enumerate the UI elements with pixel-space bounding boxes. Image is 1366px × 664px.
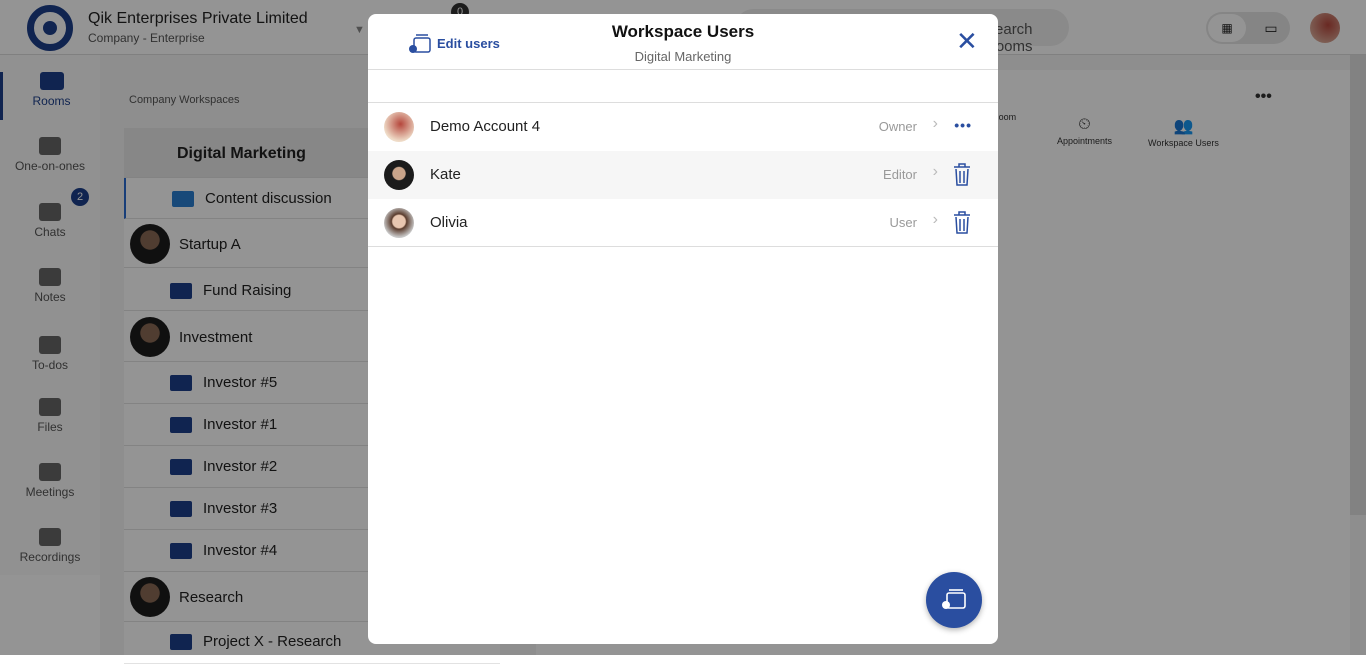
modal-title: Workspace Users [611, 22, 755, 41]
close-icon[interactable]: ✕ [956, 28, 978, 54]
chevron-right-icon[interactable]: › [933, 163, 938, 181]
user-row[interactable]: Demo Account 4 Owner › ••• [368, 103, 998, 151]
avatar [384, 208, 414, 238]
edit-users-fab[interactable] [926, 572, 982, 628]
modal-subtitle: Digital Marketing [634, 49, 732, 64]
trash-icon[interactable] [952, 211, 972, 235]
user-name: Olivia [430, 214, 468, 231]
user-role[interactable]: Editor [883, 167, 917, 182]
workspace-users-modal: Edit users Workspace Users Digital Marke… [368, 14, 998, 644]
user-role[interactable]: User [890, 215, 917, 230]
user-row[interactable]: Kate Editor › [368, 151, 998, 199]
more-icon[interactable]: ••• [954, 117, 972, 133]
user-row[interactable]: Olivia User › [368, 199, 998, 247]
user-name: Demo Account 4 [430, 118, 541, 135]
chevron-right-icon[interactable]: › [933, 115, 938, 133]
avatar [384, 160, 414, 190]
trash-icon[interactable] [952, 163, 972, 187]
user-name: Kate [430, 166, 461, 183]
divider [368, 70, 998, 103]
modal-header: Edit users Workspace Users Digital Marke… [368, 14, 998, 70]
edit-users-icon [942, 589, 966, 609]
user-role[interactable]: Owner [879, 119, 917, 134]
chevron-right-icon[interactable]: › [933, 211, 938, 229]
avatar [384, 112, 414, 142]
